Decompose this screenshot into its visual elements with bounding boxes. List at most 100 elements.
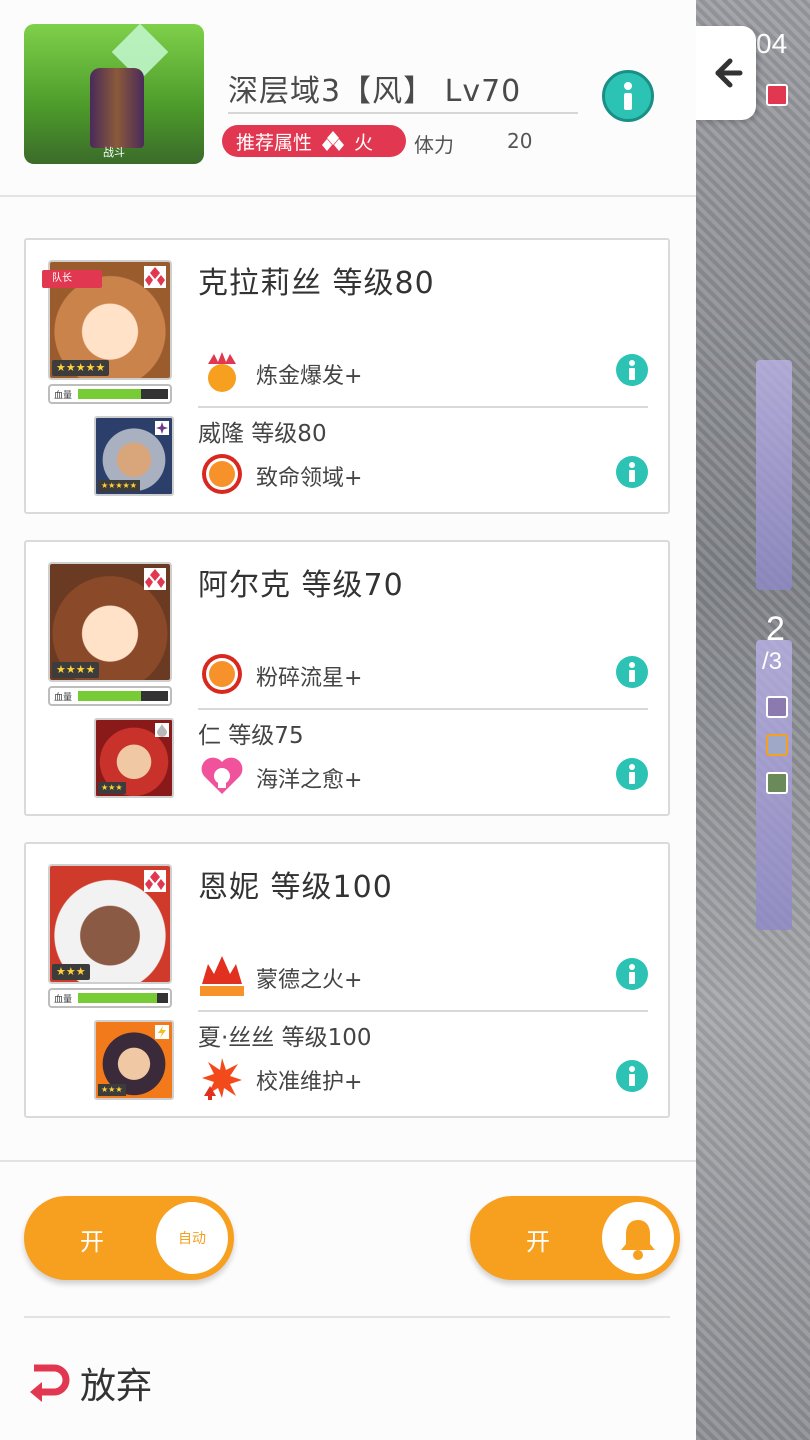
support-character-portrait[interactable]: ★★★ — [94, 718, 174, 798]
notify-toggle-knob — [602, 1202, 674, 1274]
info-icon — [629, 764, 635, 784]
support-skill-row: 校准维护+ — [198, 1052, 648, 1102]
enemy-mini-icon — [766, 734, 788, 756]
auto-toggle-state: 开 — [80, 1228, 104, 1256]
info-icon — [624, 82, 632, 110]
card-divider — [198, 708, 648, 710]
info-icon — [629, 1066, 635, 1086]
team-slot-1[interactable]: 队长 ★★★★★ 血量 ★★★★★ 克拉莉丝 等级80 炼金爆发+ 威隆 等级8… — [24, 238, 670, 514]
back-button[interactable] — [696, 26, 756, 120]
skill-info-button[interactable] — [616, 656, 648, 688]
battle-backdrop — [696, 0, 810, 1440]
wave-current: 2 — [766, 610, 785, 648]
team-slot-2[interactable]: ★★★★ 血量 ★★★ 阿尔克 等级70 粉碎流星+ 仁 等级75 海洋之愈+ — [24, 540, 670, 816]
rarity-stars: ★★★ — [98, 782, 126, 794]
fire-attribute-icon — [144, 266, 166, 288]
hp-gauge: 血量 — [48, 384, 172, 404]
controls-divider — [0, 1160, 696, 1162]
skill-info-button[interactable] — [616, 758, 648, 790]
main-character-name: 阿尔克 等级70 — [198, 568, 404, 603]
top-counter: 04 — [756, 28, 788, 59]
critical-field-skill-icon — [202, 454, 242, 494]
header-divider — [0, 195, 696, 197]
fire-attribute-icon — [144, 568, 166, 590]
dark-attribute-icon — [155, 421, 169, 435]
alchemy-burst-skill-icon — [208, 352, 236, 392]
abandon-button[interactable]: 放弃 — [24, 1358, 152, 1408]
bell-icon — [621, 1220, 655, 1260]
support-skill-row: 海洋之愈+ — [198, 750, 648, 800]
leader-tag: 队长 — [42, 270, 102, 288]
skill-info-button[interactable] — [616, 1060, 648, 1092]
enemy-mini-icon — [766, 772, 788, 794]
recommended-attribute-badge: 推荐属性 火 — [222, 125, 406, 157]
support-character-name: 夏·丝丝 等级100 — [198, 1025, 372, 1051]
calibration-skill-icon — [202, 1058, 242, 1100]
hp-fill — [78, 389, 141, 399]
auto-knob-label: 自动 — [178, 1231, 206, 1247]
skill-info-button[interactable] — [616, 354, 648, 386]
rarity-stars: ★★★ — [98, 1084, 126, 1096]
abandon-label: 放弃 — [80, 1366, 153, 1407]
main-skill-row: 粉碎流星+ — [198, 648, 648, 698]
stage-thumbnail-label: 战斗 — [103, 146, 125, 159]
flame-skill-icon — [200, 956, 244, 996]
support-skill-name: 致命领域+ — [256, 466, 363, 491]
enemy-mini-icon — [766, 696, 788, 718]
party-mini-icon — [766, 84, 788, 106]
support-skill-name: 海洋之愈+ — [256, 768, 363, 793]
hp-gauge: 血量 — [48, 686, 172, 706]
stamina-value: 20 — [507, 129, 533, 153]
support-skill-name: 校准维护+ — [256, 1070, 363, 1095]
fire-attribute-icon — [322, 131, 345, 151]
meteor-smash-skill-icon — [202, 654, 242, 694]
card-divider — [198, 406, 648, 408]
main-skill-row: 炼金爆发+ — [198, 346, 648, 396]
hp-fill — [78, 993, 158, 1003]
main-skill-name: 炼金爆发+ — [256, 364, 363, 389]
hp-fill — [78, 691, 141, 701]
wave-total: /3 — [762, 648, 783, 675]
main-character-name: 恩妮 等级100 — [198, 870, 393, 905]
support-character-name: 仁 等级75 — [198, 723, 304, 749]
rarity-stars: ★★★★★ — [52, 360, 110, 376]
main-skill-name: 蒙德之火+ — [256, 968, 363, 993]
back-arrow-icon — [715, 58, 743, 88]
rarity-stars: ★★★★ — [52, 662, 100, 678]
auto-battle-toggle[interactable]: 开 自动 — [24, 1196, 234, 1280]
rarity-stars: ★★★ — [52, 964, 90, 980]
stage-thumbnail: 战斗 — [24, 24, 204, 164]
stage-info-button[interactable] — [602, 70, 654, 122]
support-character-portrait[interactable]: ★★★ — [94, 1020, 174, 1100]
party-panel: 战斗 深层域3【风】 Lv70 推荐属性 火 体力 20 队长 ★★★★★ 血量… — [0, 0, 696, 1440]
info-icon — [629, 662, 635, 682]
ocean-heal-skill-icon — [201, 757, 243, 794]
info-icon — [629, 462, 635, 482]
return-arrow-icon — [30, 1364, 70, 1402]
main-character-portrait[interactable]: ★★★★ — [48, 562, 172, 682]
footer-divider — [24, 1316, 670, 1318]
stage-title: 深层域3【风】 Lv70 — [228, 66, 578, 114]
main-character-name: 克拉莉丝 等级80 — [198, 266, 435, 301]
support-character-portrait[interactable]: ★★★★★ — [94, 416, 174, 496]
notification-toggle[interactable]: 开 — [470, 1196, 680, 1280]
water-attribute-icon — [155, 723, 169, 737]
support-skill-row: 致命领域+ — [198, 448, 648, 498]
skill-info-button[interactable] — [616, 456, 648, 488]
main-skill-row: 蒙德之火+ — [198, 950, 648, 1000]
auto-toggle-knob: 自动 — [156, 1202, 228, 1274]
team-slot-3[interactable]: ★★★ 血量 ★★★ 恩妮 等级100 蒙德之火+ 夏·丝丝 等级100 校准维… — [24, 842, 670, 1118]
info-icon — [629, 964, 635, 984]
rarity-stars: ★★★★★ — [98, 480, 140, 492]
lightning-attribute-icon — [155, 1025, 169, 1039]
main-character-portrait[interactable]: ★★★ — [48, 864, 172, 984]
hp-gauge: 血量 — [48, 988, 172, 1008]
card-divider — [198, 1010, 648, 1012]
stamina-label: 体力 — [414, 133, 454, 157]
notify-toggle-state: 开 — [526, 1228, 550, 1256]
info-icon — [629, 360, 635, 380]
skill-info-button[interactable] — [616, 958, 648, 990]
main-skill-name: 粉碎流星+ — [256, 666, 363, 691]
support-character-name: 威隆 等级80 — [198, 421, 327, 447]
fire-attribute-icon — [144, 870, 166, 892]
